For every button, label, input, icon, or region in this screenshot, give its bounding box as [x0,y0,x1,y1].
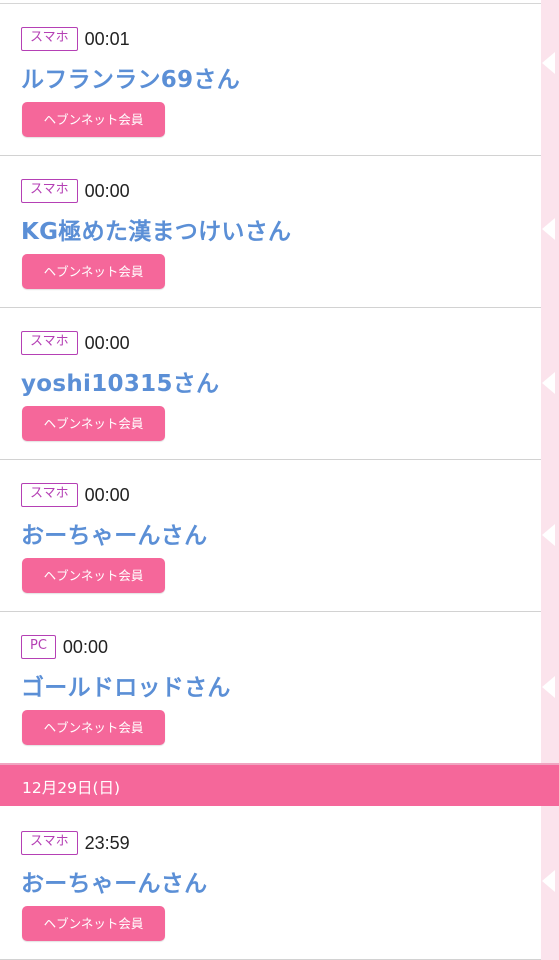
side-decoration-strip [541,0,559,960]
list-item[interactable]: スマホ 00:01 ルフランラン69さん ヘブンネット会員 [0,4,541,156]
user-name-link[interactable]: KG極めた漢まつけいさん [21,212,291,246]
member-badge-button[interactable]: ヘブンネット会員 [22,102,165,137]
entry-meta: スマホ 00:01 [21,26,130,52]
entry-meta: スマホ 00:00 [21,482,130,508]
device-badge: PC [21,635,56,659]
device-badge: スマホ [21,831,78,855]
user-name-link[interactable]: yoshi10315さん [21,364,219,398]
entry-meta: スマホ 00:00 [21,178,130,204]
entry-meta: スマホ 23:59 [21,830,130,856]
arrow-left-icon [542,218,555,240]
date-header-label: 12月29日(日) [22,779,121,797]
member-badge-button[interactable]: ヘブンネット会員 [22,254,165,289]
member-badge-button[interactable]: ヘブンネット会員 [22,710,165,745]
visitor-list: スマホ 00:01 ルフランラン69さん ヘブンネット会員 スマホ 00:00 … [0,0,541,960]
member-badge-button[interactable]: ヘブンネット会員 [22,406,165,441]
device-badge: スマホ [21,27,78,51]
device-badge: スマホ [21,179,78,203]
list-item[interactable]: PC 00:00 ゴールドロッドさん ヘブンネット会員 [0,612,541,764]
arrow-left-icon [542,870,555,892]
device-badge: スマホ [21,331,78,355]
visit-time: 00:00 [84,332,130,353]
list-item[interactable]: スマホ 00:00 yoshi10315さん ヘブンネット会員 [0,308,541,460]
arrow-left-icon [542,372,555,394]
list-item[interactable]: スマホ 00:00 KG極めた漢まつけいさん ヘブンネット会員 [0,156,541,308]
arrow-left-icon [542,524,555,546]
entry-meta: PC 00:00 [21,634,108,660]
date-section-header: 12月29日(日) [0,763,559,806]
user-name-link[interactable]: おーちゃーんさん [21,516,207,550]
visit-time: 00:00 [84,180,130,201]
member-badge-button[interactable]: ヘブンネット会員 [22,558,165,593]
user-name-link[interactable]: ゴールドロッドさん [21,668,231,702]
member-badge-button[interactable]: ヘブンネット会員 [22,906,165,941]
device-badge: スマホ [21,483,78,507]
visit-time: 00:01 [84,28,130,49]
visit-time: 00:00 [84,484,130,505]
user-name-link[interactable]: ルフランラン69さん [21,60,240,94]
list-item[interactable]: スマホ 23:59 おーちゃーんさん ヘブンネット会員 [0,808,541,960]
entry-meta: スマホ 00:00 [21,330,130,356]
user-name-link[interactable]: おーちゃーんさん [21,864,207,898]
arrow-left-icon [542,52,555,74]
visit-time: 23:59 [84,832,130,853]
list-item[interactable]: スマホ 00:00 おーちゃーんさん ヘブンネット会員 [0,460,541,612]
visit-time: 00:00 [62,636,108,657]
arrow-left-icon [542,676,555,698]
visitor-history-page: スマホ 00:01 ルフランラン69さん ヘブンネット会員 スマホ 00:00 … [0,0,559,960]
